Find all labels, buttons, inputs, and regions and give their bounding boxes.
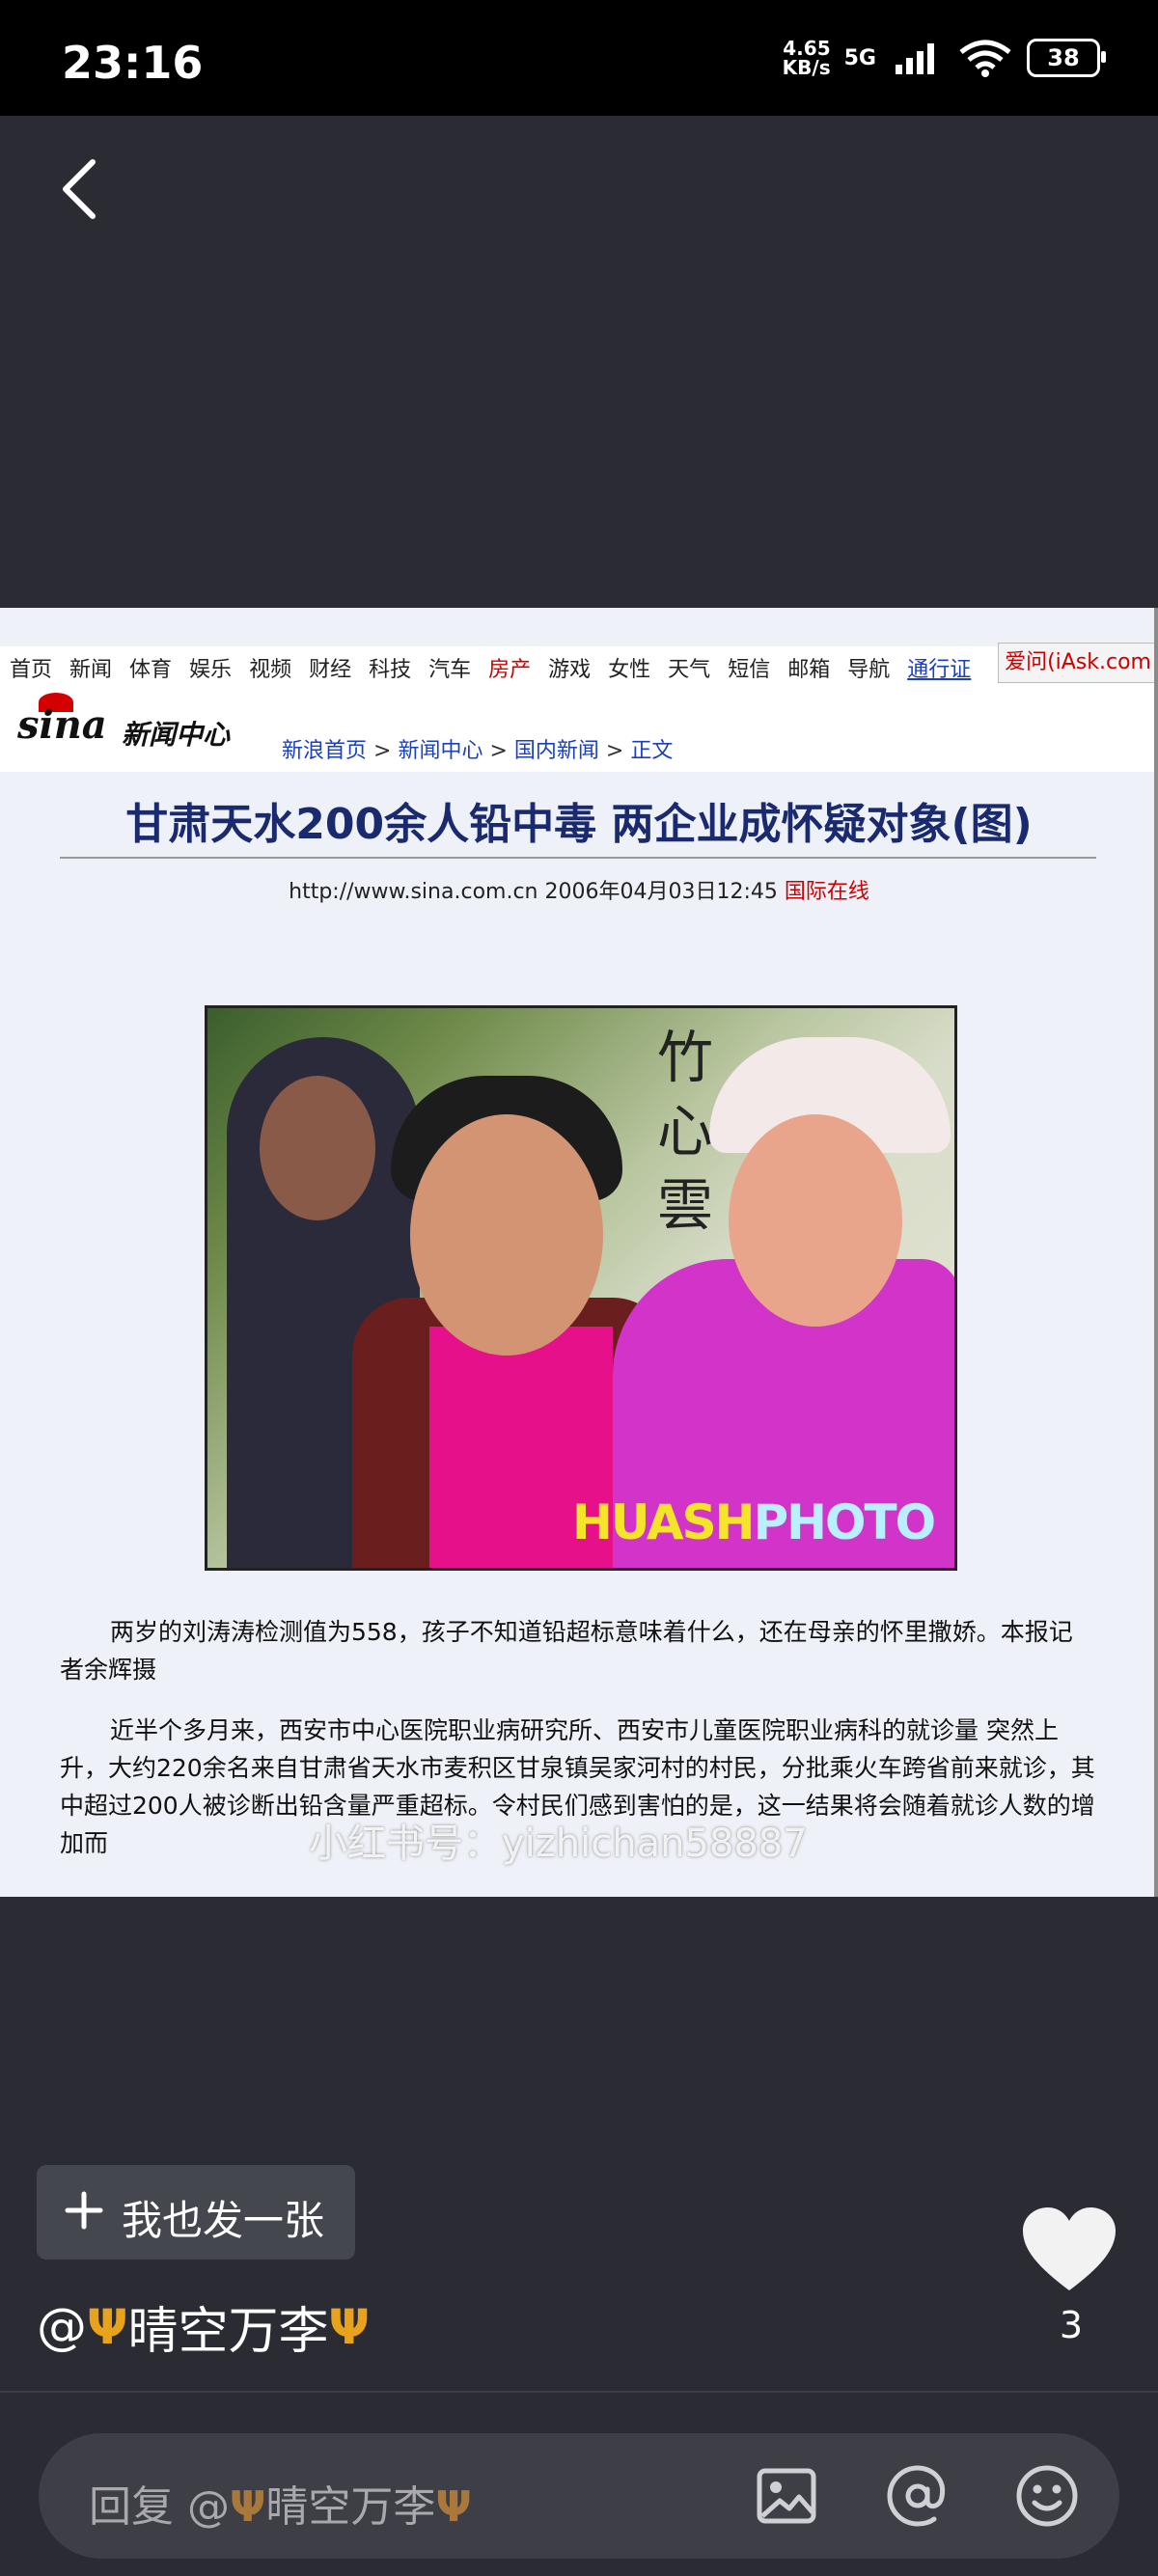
source-name: 国际在线 bbox=[784, 880, 869, 904]
sina-nav-item: 导航 bbox=[847, 658, 891, 682]
net-speed-unit: KB/s bbox=[782, 56, 831, 79]
image-edge bbox=[1154, 608, 1158, 1897]
sina-nav-item: 女性 bbox=[608, 658, 651, 682]
sina-nav-item: 视频 bbox=[249, 658, 292, 682]
headline-divider bbox=[60, 857, 1096, 859]
reply-placeholder[interactable]: 回复 @Ψ晴空万李Ψ bbox=[89, 2472, 472, 2534]
author-handle[interactable]: @ Ψ 晴空万李 Ψ bbox=[37, 2290, 370, 2363]
reply-placeholder-prefix: 回复 @ bbox=[89, 2482, 230, 2532]
breadcrumb-item: 新浪首页 bbox=[282, 739, 368, 763]
reply-bar[interactable]: 回复 @Ψ晴空万李Ψ bbox=[39, 2433, 1119, 2559]
plus-icon bbox=[65, 2191, 103, 2230]
sina-logo: sina bbox=[17, 702, 107, 748]
breadcrumb: 新浪首页 > 新闻中心 > 国内新闻 > 正文 bbox=[282, 733, 673, 764]
breadcrumb-item: 新闻中心 bbox=[398, 739, 483, 763]
status-icons: 4.65 KB/s 5G 38 bbox=[783, 39, 1106, 77]
author-at: @ bbox=[37, 2297, 87, 2356]
net-speed-value: 4.65 bbox=[783, 37, 831, 60]
heart-icon[interactable] bbox=[1021, 2206, 1117, 2294]
sina-nav-item: 首页 bbox=[10, 658, 53, 682]
sina-nav-bar: 首页 新闻 体育 娱乐 视频 财经 科技 汽车 房产 游戏 女性 天气 短信 邮箱 导航 通行证 bbox=[0, 646, 1158, 689]
sina-header: sina 新闻中心 新浪首页 > 新闻中心 > 国内新闻 > 正文 bbox=[0, 689, 1158, 772]
sina-nav-item: 天气 bbox=[668, 658, 711, 682]
sina-nav-item: 新闻 bbox=[69, 658, 113, 682]
posted-image[interactable]: 首页 新闻 体育 娱乐 视频 财经 科技 汽车 房产 游戏 女性 天气 短信 邮箱 导航 通行证 爱问(iAs… bbox=[0, 608, 1158, 1897]
breadcrumb-separator: > bbox=[367, 739, 399, 763]
like-count: 3 bbox=[1059, 2304, 1084, 2346]
trident-icon: Ψ bbox=[328, 2298, 370, 2355]
reply-placeholder-name: 晴空万李 bbox=[265, 2482, 436, 2532]
sina-nav-item: 财经 bbox=[309, 658, 352, 682]
photo-caption: 两岁的刘涛涛检测值为558，孩子不知道铅超标意味着什么，还在母亲的怀里撒娇。本报… bbox=[60, 1618, 1073, 1684]
network-type: 5G bbox=[843, 45, 876, 70]
wifi-icon bbox=[959, 40, 1011, 77]
breadcrumb-separator: > bbox=[598, 739, 631, 763]
at-icon[interactable] bbox=[886, 2464, 950, 2528]
photo-watermark: HUASHPHOTO bbox=[572, 1494, 936, 1550]
sina-nav-item: 娱乐 bbox=[189, 658, 233, 682]
article-source: http://www.sina.com.cn 2006年04月03日12:45 … bbox=[0, 874, 1158, 905]
sina-nav-item: 游戏 bbox=[548, 658, 592, 682]
photo-watermark-b: PHOTO bbox=[753, 1494, 936, 1550]
emoji-icon[interactable] bbox=[1015, 2464, 1079, 2528]
back-icon[interactable] bbox=[50, 154, 108, 224]
status-time: 23:16 bbox=[62, 37, 204, 89]
signal-icon bbox=[896, 43, 934, 74]
sina-nav-item: 短信 bbox=[728, 658, 771, 682]
photo-elder-face bbox=[260, 1076, 375, 1220]
photo-mother-face bbox=[410, 1114, 603, 1356]
article-headline: 甘肃天水200余人铅中毒 两企业成怀疑对象(图) bbox=[125, 800, 1033, 849]
net-speed: 4.65 KB/s bbox=[783, 39, 831, 77]
sina-nav-item: 科技 bbox=[369, 658, 412, 682]
photo-calligraphy: 竹 ⼼ 雲 bbox=[648, 1028, 713, 1231]
trident-icon: Ψ bbox=[230, 2482, 266, 2532]
photo-watermark-a: HUASH bbox=[572, 1494, 755, 1550]
post-too-button[interactable]: 我也发一张 bbox=[37, 2165, 355, 2260]
trident-icon: Ψ bbox=[87, 2298, 128, 2355]
image-icon[interactable] bbox=[755, 2464, 818, 2528]
trident-icon: Ψ bbox=[435, 2482, 472, 2532]
source-url-date: http://www.sina.com.cn 2006年04月03日12:45 bbox=[289, 880, 778, 904]
breadcrumb-separator: > bbox=[482, 739, 514, 763]
article-photo: 竹 ⼼ 雲 HUASHPHOTO bbox=[205, 1005, 957, 1571]
photo-child-face bbox=[729, 1114, 902, 1327]
breadcrumb-item: 国内新闻 bbox=[513, 739, 599, 763]
overlay-watermark: 小红书号：yizhichan58887 bbox=[309, 1822, 808, 1866]
iask-box: 爱问(iAsk.com bbox=[998, 643, 1158, 683]
sina-nav-pass: 通行证 bbox=[907, 658, 972, 682]
divider bbox=[0, 2391, 1158, 2393]
sina-nav-item: 汽车 bbox=[428, 658, 472, 682]
status-bar: 23:16 4.65 KB/s 5G 38 bbox=[0, 0, 1158, 116]
author-name: 晴空万李 bbox=[127, 2303, 329, 2361]
news-center-label: 新闻中心 bbox=[122, 719, 231, 751]
sina-nav-item: 体育 bbox=[129, 658, 173, 682]
breadcrumb-item: 正文 bbox=[630, 739, 674, 763]
post-too-label: 我也发一张 bbox=[122, 2197, 325, 2244]
sina-nav-item: 邮箱 bbox=[787, 658, 831, 682]
sina-nav-item: 房产 bbox=[488, 658, 532, 682]
battery-icon: 38 bbox=[1027, 39, 1106, 77]
